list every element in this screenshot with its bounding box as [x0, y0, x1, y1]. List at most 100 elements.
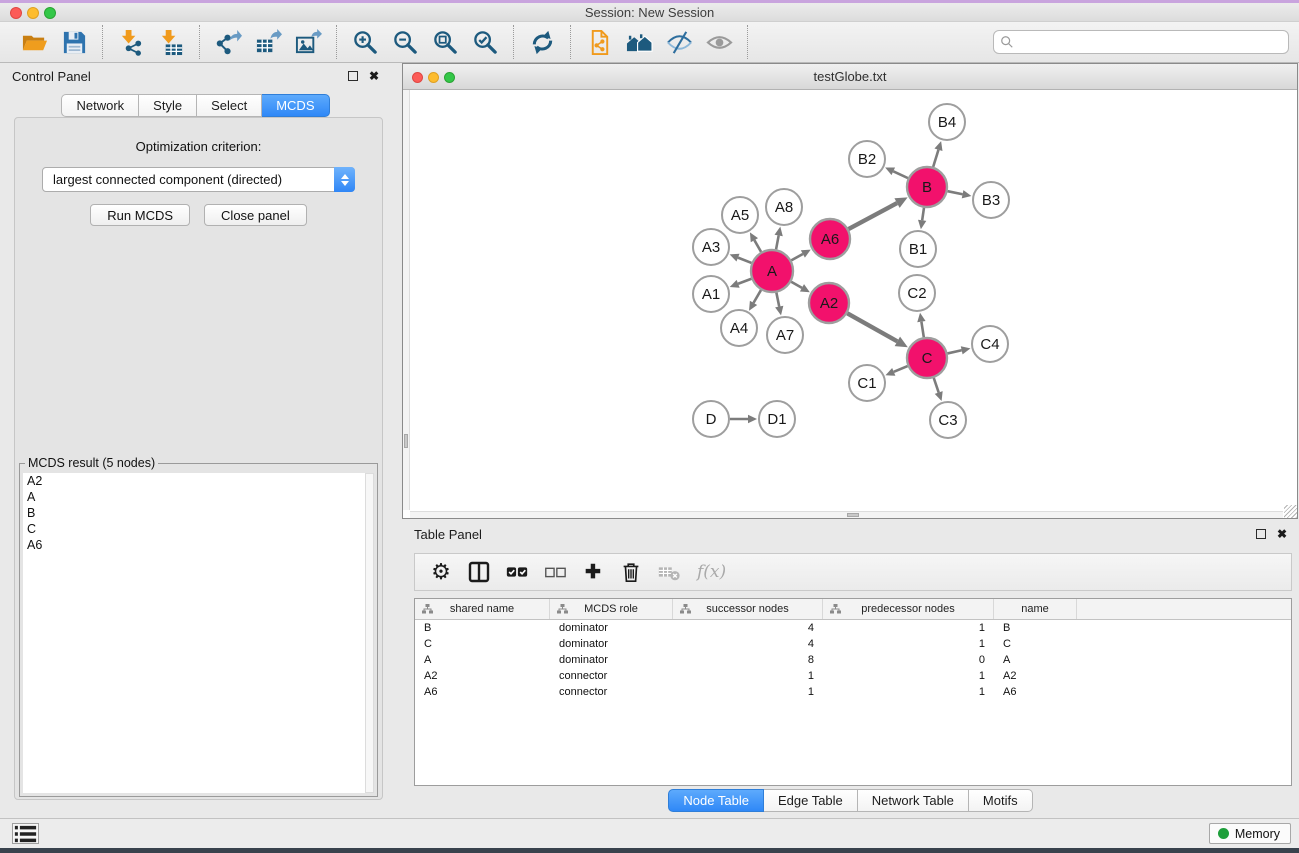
table-row[interactable]: Cdominator41C [415, 636, 1291, 652]
cell[interactable]: 4 [673, 622, 823, 634]
tab-mcds[interactable]: MCDS [262, 94, 329, 117]
cell[interactable]: 1 [823, 638, 994, 650]
close-table-panel-icon[interactable]: ✖ [1277, 529, 1287, 539]
home-icon[interactable] [623, 27, 655, 57]
column-header-MCDS-role[interactable]: MCDS role [550, 599, 673, 619]
import-network-icon[interactable] [115, 27, 147, 57]
optimization-criterion-select[interactable]: largest connected component (directed) [42, 167, 355, 192]
export-table-icon[interactable] [252, 27, 284, 57]
mcds-result-list[interactable]: A2ABCA6 [23, 473, 365, 793]
memory-button[interactable]: Memory [1209, 823, 1291, 844]
graph-edge-A2-C[interactable] [847, 313, 897, 341]
cell[interactable]: 1 [823, 622, 994, 634]
cell[interactable]: 1 [673, 670, 823, 682]
graph-edge-B-B2[interactable] [893, 171, 908, 178]
zoom-selected-icon[interactable] [469, 27, 501, 57]
cell[interactable]: A6 [994, 686, 1077, 698]
cell[interactable]: B [415, 622, 550, 634]
graph-edge-A-A7[interactable] [776, 293, 779, 307]
search-input[interactable] [1019, 35, 1282, 49]
graph-edge-A-A6[interactable] [791, 254, 803, 260]
zoom-out-icon[interactable] [389, 27, 421, 57]
graph-edge-A-A3[interactable] [738, 258, 752, 263]
graph-edge-B-B4[interactable] [933, 150, 938, 167]
cell[interactable]: dominator [550, 654, 673, 666]
session-doc-icon[interactable] [583, 27, 615, 57]
column-header-shared-name[interactable]: shared name [415, 599, 550, 619]
tab-network[interactable]: Network [61, 94, 139, 117]
float-table-panel-icon[interactable] [1256, 529, 1266, 539]
open-icon[interactable] [18, 27, 50, 57]
graph-edge-A-A2[interactable] [791, 282, 802, 288]
delete-icon[interactable] [617, 558, 645, 586]
graph-edge-A-A5[interactable] [754, 240, 761, 252]
zoom-in-icon[interactable] [349, 27, 381, 57]
hide-eye-icon[interactable] [663, 27, 695, 57]
graph-edge-A-A1[interactable] [738, 279, 751, 284]
export-image-icon[interactable] [292, 27, 324, 57]
cell[interactable]: A6 [415, 686, 550, 698]
zoom-fit-icon[interactable] [429, 27, 461, 57]
cell[interactable]: A [994, 654, 1077, 666]
settings-icon[interactable]: ⚙ [427, 558, 455, 586]
cell[interactable]: C [994, 638, 1077, 650]
result-item[interactable]: A2 [23, 473, 365, 489]
graph-edge-A-A8[interactable] [776, 236, 779, 250]
cell[interactable]: 8 [673, 654, 823, 666]
network-canvas[interactable]: AA1A2A3A4A5A6A7A8BB1B2B3B4CC1C2C3C4DD1 [403, 90, 1297, 511]
tab-node-table[interactable]: Node Table [668, 789, 764, 812]
graph-edge-B-B1[interactable] [922, 208, 924, 221]
cell[interactable]: 0 [823, 654, 994, 666]
column-header-successor-nodes[interactable]: successor nodes [673, 599, 823, 619]
cell[interactable]: connector [550, 686, 673, 698]
result-item[interactable]: C [23, 521, 365, 537]
cell[interactable]: 4 [673, 638, 823, 650]
tab-style[interactable]: Style [139, 94, 197, 117]
graph-edge-A-A4[interactable] [754, 290, 761, 303]
cell[interactable]: 1 [823, 670, 994, 682]
float-panel-icon[interactable] [348, 71, 358, 81]
graph-edge-B-B3[interactable] [948, 191, 963, 194]
column-header-predecessor-nodes[interactable]: predecessor nodes [823, 599, 994, 619]
cell[interactable]: connector [550, 670, 673, 682]
result-item[interactable]: B [23, 505, 365, 521]
result-item[interactable]: A6 [23, 537, 365, 553]
cell[interactable]: 1 [673, 686, 823, 698]
save-icon[interactable] [58, 27, 90, 57]
search-box[interactable] [993, 30, 1289, 54]
select-all-icon[interactable] [503, 558, 531, 586]
run-mcds-button[interactable]: Run MCDS [90, 204, 190, 226]
cell[interactable]: dominator [550, 622, 673, 634]
cell[interactable]: 1 [823, 686, 994, 698]
cell[interactable]: A [415, 654, 550, 666]
table-row[interactable]: Bdominator41B [415, 620, 1291, 636]
cell[interactable]: dominator [550, 638, 673, 650]
tab-select[interactable]: Select [197, 94, 262, 117]
table-row[interactable]: A6connector11A6 [415, 684, 1291, 700]
cell[interactable]: B [994, 622, 1077, 634]
deselect-all-icon[interactable] [541, 558, 569, 586]
cell[interactable]: A2 [415, 670, 550, 682]
graph-edge-C-C2[interactable] [921, 322, 923, 338]
task-history-button[interactable] [12, 823, 39, 844]
result-item[interactable]: A [23, 489, 365, 505]
close-panel-icon[interactable]: ✖ [369, 71, 379, 81]
show-eye-icon[interactable] [703, 27, 735, 57]
tab-motifs[interactable]: Motifs [969, 789, 1033, 812]
table-row[interactable]: Adominator80A [415, 652, 1291, 668]
columns-icon[interactable] [465, 558, 493, 586]
network-window-titlebar[interactable]: testGlobe.txt [403, 64, 1297, 90]
graph-edge-A6-B[interactable] [849, 203, 898, 229]
add-icon[interactable]: ✚ [579, 558, 607, 586]
table-row[interactable]: A2connector11A2 [415, 668, 1291, 684]
result-list-scrollbar[interactable] [365, 473, 374, 793]
column-header-name[interactable]: name [994, 599, 1077, 619]
network-vertical-scrollbar[interactable] [403, 90, 410, 510]
import-table-icon[interactable] [155, 27, 187, 57]
network-horizontal-scrollbar[interactable] [410, 511, 1283, 518]
close-panel-button[interactable]: Close panel [204, 204, 307, 226]
graph-edge-C-C4[interactable] [947, 350, 961, 353]
horizontal-scroll-thumb[interactable] [847, 513, 859, 517]
tab-edge-table[interactable]: Edge Table [764, 789, 858, 812]
vertical-scroll-thumb[interactable] [404, 434, 408, 448]
